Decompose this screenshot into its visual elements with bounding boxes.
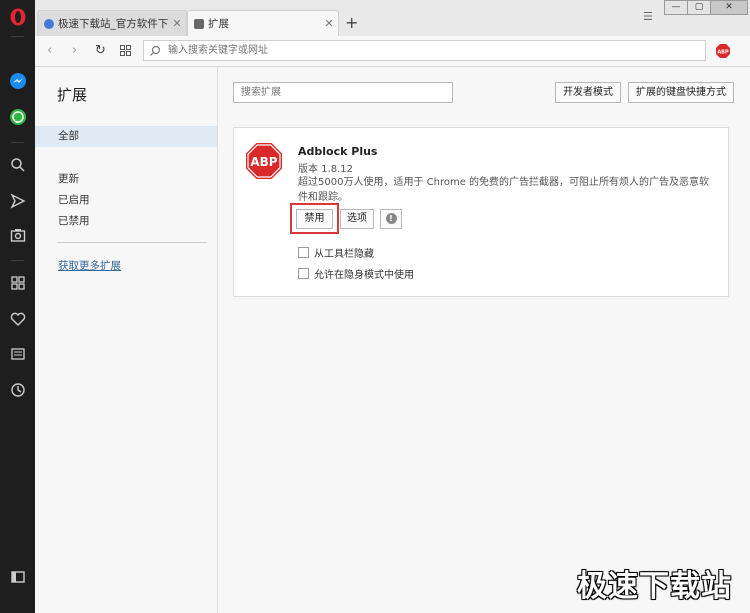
allow-incognito-option[interactable]: 允许在隐身模式中使用 xyxy=(298,266,414,281)
info-button[interactable]: ! xyxy=(380,209,402,229)
sidebar-separator xyxy=(11,260,24,261)
search-icon[interactable] xyxy=(9,156,27,174)
news-icon[interactable] xyxy=(9,345,27,363)
tab-strip: 极速下载站_官方软件下载 ✕ 扩展 ✕ + ☰ — ▢ ✕ xyxy=(35,0,750,36)
checkbox-label: 从工具栏隐藏 xyxy=(314,249,374,260)
address-bar[interactable] xyxy=(143,40,706,61)
nav-item-updates[interactable]: 更新 xyxy=(35,169,217,190)
search-icon xyxy=(150,45,161,56)
opera-sidebar xyxy=(0,0,35,613)
forward-button[interactable]: › xyxy=(72,43,77,58)
extensions-main: 开发者模式 扩展的键盘快捷方式 ABP Adblock Plus 版本 1.8.… xyxy=(218,67,750,613)
messenger-icon[interactable] xyxy=(9,72,27,90)
sidebar-separator xyxy=(11,36,24,37)
extension-cube-icon xyxy=(194,18,204,29)
opera-logo-icon[interactable] xyxy=(9,8,27,26)
tab-menu-icon[interactable]: ☰ xyxy=(643,10,653,23)
back-button[interactable]: ‹ xyxy=(47,43,52,58)
adblock-plus-logo: ABP xyxy=(246,143,282,179)
tab-title: 扩展 xyxy=(208,18,229,30)
adblock-toolbar-icon[interactable]: ABP xyxy=(716,44,730,58)
checkbox[interactable] xyxy=(298,247,309,258)
reload-button[interactable]: ↻ xyxy=(95,43,106,58)
extensions-nav: 扩展 全部 更新 已启用 已禁用 获取更多扩展 xyxy=(35,67,218,613)
nav-item-all[interactable]: 全部 xyxy=(35,126,217,147)
developer-mode-button[interactable]: 开发者模式 xyxy=(555,82,621,103)
extension-card: ABP Adblock Plus 版本 1.8.12 超过5000万人使用，适用… xyxy=(233,127,729,297)
heart-icon[interactable] xyxy=(9,310,27,328)
checkbox[interactable] xyxy=(298,268,309,279)
close-tab-icon[interactable]: ✕ xyxy=(168,17,186,30)
logo-text: ABP xyxy=(250,155,277,169)
get-more-extensions-link[interactable]: 获取更多扩展 xyxy=(58,258,121,273)
checkbox-label: 允许在隐身模式中使用 xyxy=(314,270,414,281)
hide-from-toolbar-option[interactable]: 从工具栏隐藏 xyxy=(298,245,374,260)
divider xyxy=(57,242,207,243)
minimize-button[interactable]: — xyxy=(664,0,688,15)
camera-icon[interactable] xyxy=(9,226,27,244)
svg-text:ABP: ABP xyxy=(717,50,729,56)
new-tab-button[interactable]: + xyxy=(345,13,358,32)
extension-description: 超过5000万人使用，适用于 Chrome 的免费的广告拦截器，可阻止所有烦人的… xyxy=(298,177,710,203)
extension-name: Adblock Plus xyxy=(298,145,378,158)
keyboard-shortcuts-button[interactable]: 扩展的键盘快捷方式 xyxy=(628,82,734,103)
watermark: 极速下载站 xyxy=(577,569,732,604)
extensions-page: 扩展 全部 更新 已启用 已禁用 获取更多扩展 开发者模式 扩展的键盘快捷方式 … xyxy=(35,67,750,613)
address-toolbar: ‹ › ↻ ABP xyxy=(35,36,750,67)
sidebar-separator xyxy=(11,142,24,143)
tab-extensions[interactable]: 扩展 ✕ xyxy=(187,10,339,36)
info-icon: ! xyxy=(385,213,397,224)
send-icon[interactable] xyxy=(9,192,27,210)
address-input[interactable] xyxy=(166,44,705,57)
extension-search-input[interactable] xyxy=(233,82,453,103)
whatsapp-icon[interactable] xyxy=(9,108,27,126)
tab-download-site[interactable]: 极速下载站_官方软件下载 ✕ xyxy=(37,10,187,36)
speed-dial-icon[interactable] xyxy=(120,45,131,56)
sidebar-toggle-icon[interactable] xyxy=(9,568,27,586)
close-tab-icon[interactable]: ✕ xyxy=(320,17,338,30)
maximize-button[interactable]: ▢ xyxy=(687,0,711,15)
globe-icon xyxy=(44,18,54,29)
page-title: 扩展 xyxy=(57,86,88,104)
tab-title: 极速下载站_官方软件下载 xyxy=(58,18,168,30)
nav-item-enabled[interactable]: 已启用 xyxy=(35,190,217,211)
extension-version: 版本 1.8.12 xyxy=(298,164,353,175)
history-icon[interactable] xyxy=(9,381,27,399)
disable-button[interactable]: 禁用 xyxy=(296,209,333,229)
speed-dial-icon[interactable] xyxy=(9,274,27,292)
nav-item-disabled[interactable]: 已禁用 xyxy=(35,211,217,232)
options-button[interactable]: 选项 xyxy=(340,209,374,229)
close-window-button[interactable]: ✕ xyxy=(710,0,748,15)
